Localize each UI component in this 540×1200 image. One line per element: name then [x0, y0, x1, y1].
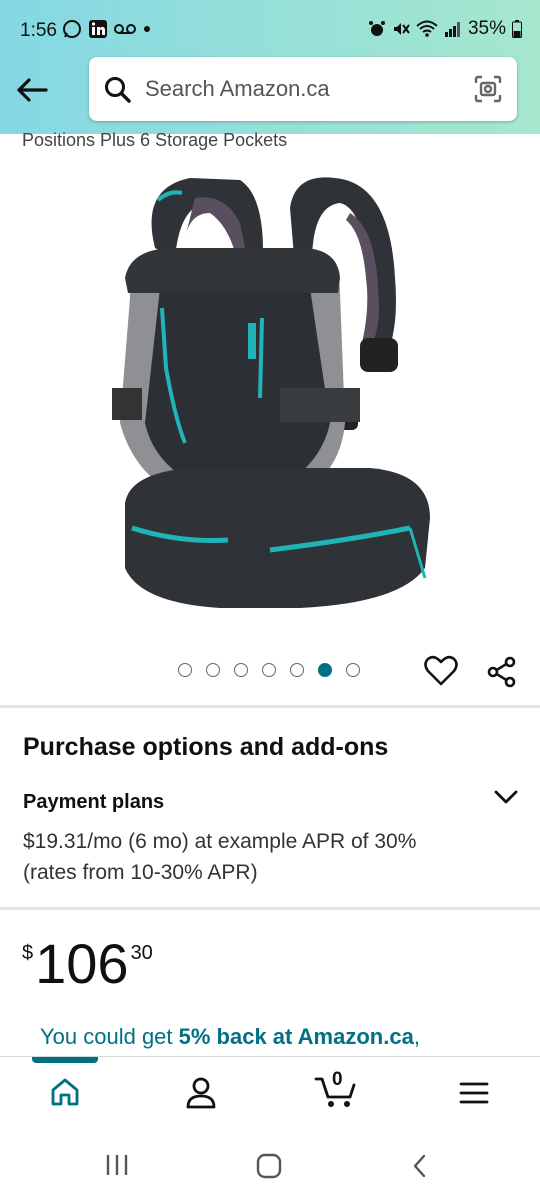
section-divider	[0, 705, 540, 708]
carousel-dot[interactable]	[234, 663, 248, 677]
price-whole: 106	[35, 932, 129, 995]
share-icon	[487, 656, 516, 688]
nav-cart[interactable]: 0	[314, 1069, 360, 1116]
home-square-icon	[256, 1153, 282, 1179]
carousel-dot[interactable]	[290, 663, 304, 677]
cashback-prefix: You could get	[40, 1024, 179, 1049]
search-icon	[105, 77, 131, 103]
cashback-highlight[interactable]: 5% back at Amazon.ca	[179, 1024, 414, 1049]
whatsapp-icon	[63, 20, 81, 38]
product-subtitle: Positions Plus 6 Storage Pockets	[22, 130, 288, 150]
status-time: 1:56	[20, 20, 57, 41]
arrow-left-icon	[17, 78, 48, 102]
recent-apps-button[interactable]	[104, 1152, 130, 1183]
section-divider	[0, 907, 540, 910]
payment-plans-label: Payment plans	[23, 791, 165, 813]
product-image[interactable]	[100, 168, 440, 618]
mute-icon	[393, 23, 410, 35]
product-price: $ 106 30	[22, 932, 153, 996]
cashback-suffix: ,	[413, 1024, 420, 1049]
status-icons-right: 35%	[368, 18, 522, 40]
account-icon	[186, 1077, 216, 1109]
alarm-icon	[368, 21, 385, 36]
menu-icon	[459, 1082, 489, 1104]
payment-plans-expand-button[interactable]	[492, 786, 520, 813]
camera-scan-icon[interactable]	[473, 74, 503, 104]
image-carousel-indicator	[178, 663, 360, 677]
home-system-button[interactable]	[255, 1152, 283, 1185]
signal-icon	[444, 22, 460, 37]
cart-count: 0	[332, 1069, 343, 1090]
battery-percent: 35%	[467, 18, 506, 39]
status-bar: 1:56 35%	[0, 0, 540, 60]
chevron-left-icon	[413, 1154, 426, 1178]
carousel-dot[interactable]	[262, 663, 276, 677]
payment-plans-desc: $19.31/mo (6 mo) at example APR of 30% (…	[23, 830, 417, 884]
share-button[interactable]	[486, 656, 518, 693]
linkedin-icon	[89, 20, 107, 38]
price-symbol: $	[22, 942, 34, 964]
wishlist-button[interactable]	[424, 655, 458, 692]
search-input[interactable]	[145, 57, 445, 121]
cashback-offer[interactable]: You could get 5% back at Amazon.ca,	[40, 1024, 420, 1050]
recent-apps-icon	[106, 1155, 128, 1175]
price-fraction: 30	[130, 942, 153, 964]
status-icons-left	[62, 19, 152, 39]
system-nav-bar	[0, 1130, 540, 1200]
nav-menu[interactable]	[458, 1079, 490, 1112]
wifi-icon	[416, 20, 438, 37]
system-back-button[interactable]	[408, 1152, 432, 1185]
carousel-dot[interactable]	[206, 663, 220, 677]
search-bar[interactable]	[89, 57, 517, 121]
carousel-dot[interactable]	[178, 663, 192, 677]
app-header: 1:56 35%	[0, 0, 540, 134]
carousel-dot[interactable]	[346, 663, 360, 677]
dot-icon	[144, 26, 150, 32]
carousel-dot-active[interactable]	[318, 663, 332, 677]
nav-account[interactable]	[184, 1075, 218, 1116]
back-button[interactable]	[14, 72, 54, 108]
home-icon	[51, 1078, 79, 1106]
bottom-nav-bar: 0	[0, 1056, 540, 1130]
voicemail-icon	[114, 24, 136, 34]
nav-home[interactable]	[48, 1075, 82, 1114]
heart-icon	[424, 655, 458, 686]
battery-icon	[512, 20, 522, 38]
active-tab-indicator	[32, 1057, 98, 1063]
chevron-down-icon	[494, 790, 518, 804]
purchase-options-title: Purchase options and add-ons	[23, 733, 389, 761]
